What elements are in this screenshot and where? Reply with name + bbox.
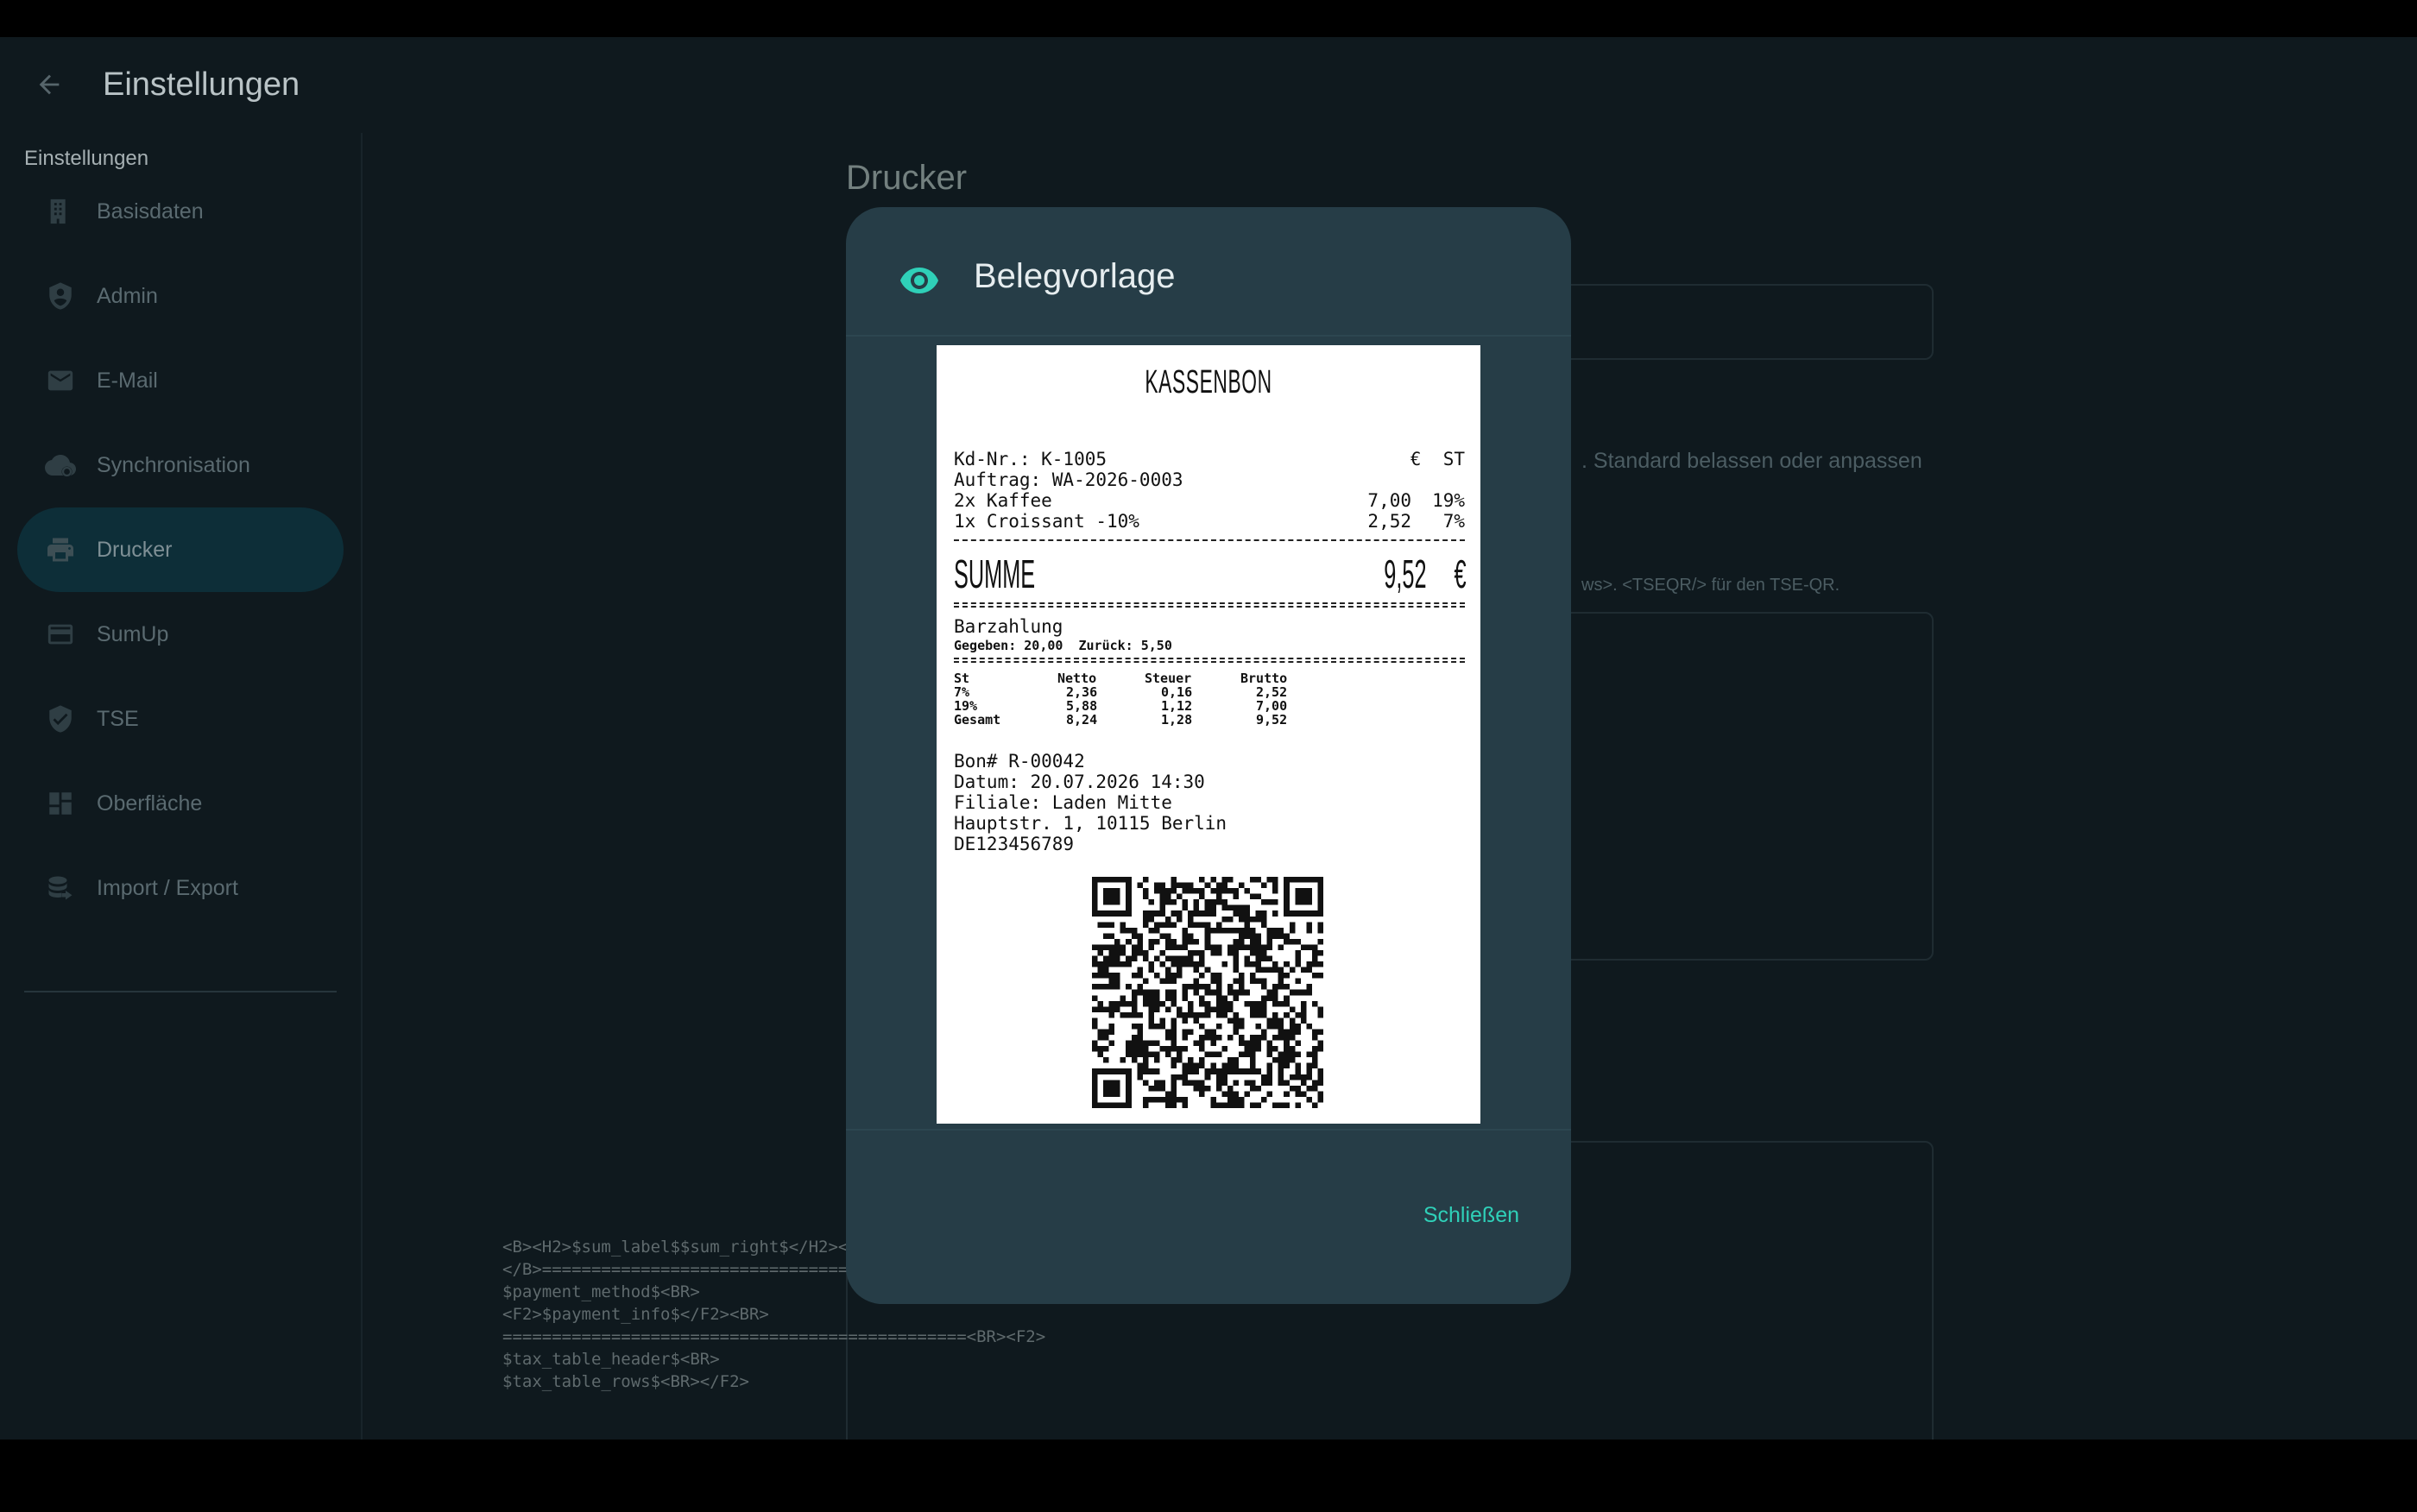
tax-cell: 1,28	[1161, 712, 1193, 728]
tax-cell: 9,52	[1256, 712, 1288, 728]
tax-cell: 2,36	[1066, 684, 1098, 700]
arrow-back-icon	[39, 74, 60, 95]
sidebar-item-label: Synchronisation	[97, 452, 250, 477]
mail-icon	[43, 363, 78, 398]
receipt-date: Datum: 20.07.2026 14:30	[954, 772, 1205, 792]
receipt-customer: Kd-Nr.: K-1005	[954, 449, 1108, 469]
sidebar-heading: Einstellungen	[24, 147, 149, 170]
receipt-item-price: 2,52	[1367, 511, 1411, 532]
receipt-header-right: € ST	[1410, 449, 1465, 469]
tax-cell: 1,12	[1161, 698, 1193, 714]
sidebar-item-admin[interactable]: Admin	[17, 254, 344, 338]
sidebar-item-label: Admin	[97, 283, 158, 308]
separator-double-line	[954, 602, 1465, 608]
receipt-sum-currency: €	[1454, 551, 1467, 596]
tax-cell: Gesamt	[954, 712, 1001, 728]
receipt-item-price: 7,00	[1367, 490, 1411, 511]
sidebar-item-label: Basisdaten	[97, 198, 204, 224]
tax-cell: 8,24	[1066, 712, 1098, 728]
receipt-preview-dialog: Belegvorlage KASSENBON Kd-Nr.: K-1005 € …	[846, 207, 1571, 1304]
sidebar-item-email[interactable]: E-Mail	[17, 338, 344, 423]
sidebar: Einstellungen Basisdaten Admin E-Mail Sy…	[0, 133, 363, 1440]
sidebar-item-label: Import / Export	[97, 875, 238, 900]
tax-cell: 19%	[954, 698, 978, 714]
hint-text: . Standard belassen oder anpassen	[1581, 449, 1922, 473]
back-button[interactable]	[26, 61, 73, 108]
credit-card-icon	[43, 617, 78, 652]
receipt-payment-info: Gegeben: 20,00 Zurück: 5,50	[954, 638, 1172, 653]
sidebar-item-label: TSE	[97, 706, 139, 731]
receipt-order: Auftrag: WA-2026-0003	[954, 469, 1183, 490]
receipt-item-tax: 19%	[1432, 490, 1465, 511]
receipt-payment-method: Barzahlung	[954, 616, 1063, 637]
app-bar: Einstellungen	[0, 37, 2417, 133]
dashboard-icon	[43, 786, 78, 821]
receipt-preview: KASSENBON Kd-Nr.: K-1005 € ST Auftrag: W…	[937, 345, 1480, 1124]
sidebar-item-sumup[interactable]: SumUp	[17, 592, 344, 677]
hint-text-tse: ws>. <TSEQR/> für den TSE-QR.	[1581, 576, 1840, 595]
sidebar-item-synchronisation[interactable]: Synchronisation	[17, 423, 344, 507]
database-export-icon	[43, 871, 78, 905]
tse-qr-code	[1092, 877, 1323, 1108]
tax-cell: 7%	[954, 684, 970, 700]
receipt-item-tax: 7%	[1432, 511, 1465, 532]
tax-cell: 0,16	[1161, 684, 1193, 700]
sidebar-item-import-export[interactable]: Import / Export	[17, 846, 344, 930]
dialog-title: Belegvorlage	[974, 257, 1176, 295]
sidebar-item-oberflaeche[interactable]: Oberfläche	[17, 761, 344, 846]
code-line: $tax_table_rows$<BR></F2>	[502, 1372, 749, 1391]
tax-header-brutto: Brutto	[1240, 671, 1288, 686]
verified-shield-icon	[43, 702, 78, 736]
tax-cell: 5,88	[1066, 698, 1098, 714]
code-line: ========================================…	[502, 1327, 1046, 1346]
qr-modules	[1092, 877, 1323, 1108]
code-line: <F2>$payment_info$</F2><BR>	[502, 1305, 769, 1324]
receipt-bon-number: Bon# R-00042	[954, 751, 1085, 772]
eye-icon	[898, 259, 941, 302]
receipt-sum-label: SUMME	[954, 551, 1036, 596]
sidebar-item-label: Oberfläche	[97, 791, 203, 816]
tax-header-steuer: Steuer	[1145, 671, 1192, 686]
separator-double-line	[954, 658, 1465, 663]
dialog-header: Belegvorlage	[846, 207, 1571, 337]
receipt-title: KASSENBON	[1145, 364, 1272, 400]
dialog-footer: Schließen	[846, 1129, 1571, 1304]
receipt-branch: Filiale: Laden Mitte	[954, 792, 1172, 813]
section-title: Drucker	[846, 159, 968, 197]
sidebar-item-drucker[interactable]: Drucker	[17, 507, 344, 592]
sidebar-divider	[24, 991, 337, 992]
receipt-sum-value: 9,52	[1384, 551, 1427, 596]
app-screen: Einstellungen Einstellungen Basisdaten A…	[0, 37, 2417, 1440]
tax-header-st: St	[954, 671, 970, 686]
building-icon	[43, 194, 78, 229]
tax-cell: 2,52	[1256, 684, 1288, 700]
receipt-address: Hauptstr. 1, 10115 Berlin	[954, 813, 1227, 834]
sidebar-item-tse[interactable]: TSE	[17, 677, 344, 761]
code-line: $tax_table_header$<BR>	[502, 1350, 720, 1369]
separator-line	[954, 539, 1465, 541]
printer-icon	[43, 532, 78, 567]
tax-cell: 7,00	[1256, 698, 1288, 714]
sidebar-item-label: Drucker	[97, 537, 173, 562]
sidebar-item-basisdaten[interactable]: Basisdaten	[17, 169, 344, 254]
tax-header-netto: Netto	[1057, 671, 1097, 686]
close-button[interactable]: Schließen	[1423, 1196, 1519, 1235]
sidebar-item-label: SumUp	[97, 621, 169, 646]
app-title: Einstellungen	[103, 66, 300, 103]
receipt-vat-id: DE123456789	[954, 834, 1075, 854]
admin-shield-icon	[43, 279, 78, 313]
cloud-sync-icon	[43, 448, 78, 482]
sidebar-item-label: E-Mail	[97, 368, 158, 393]
